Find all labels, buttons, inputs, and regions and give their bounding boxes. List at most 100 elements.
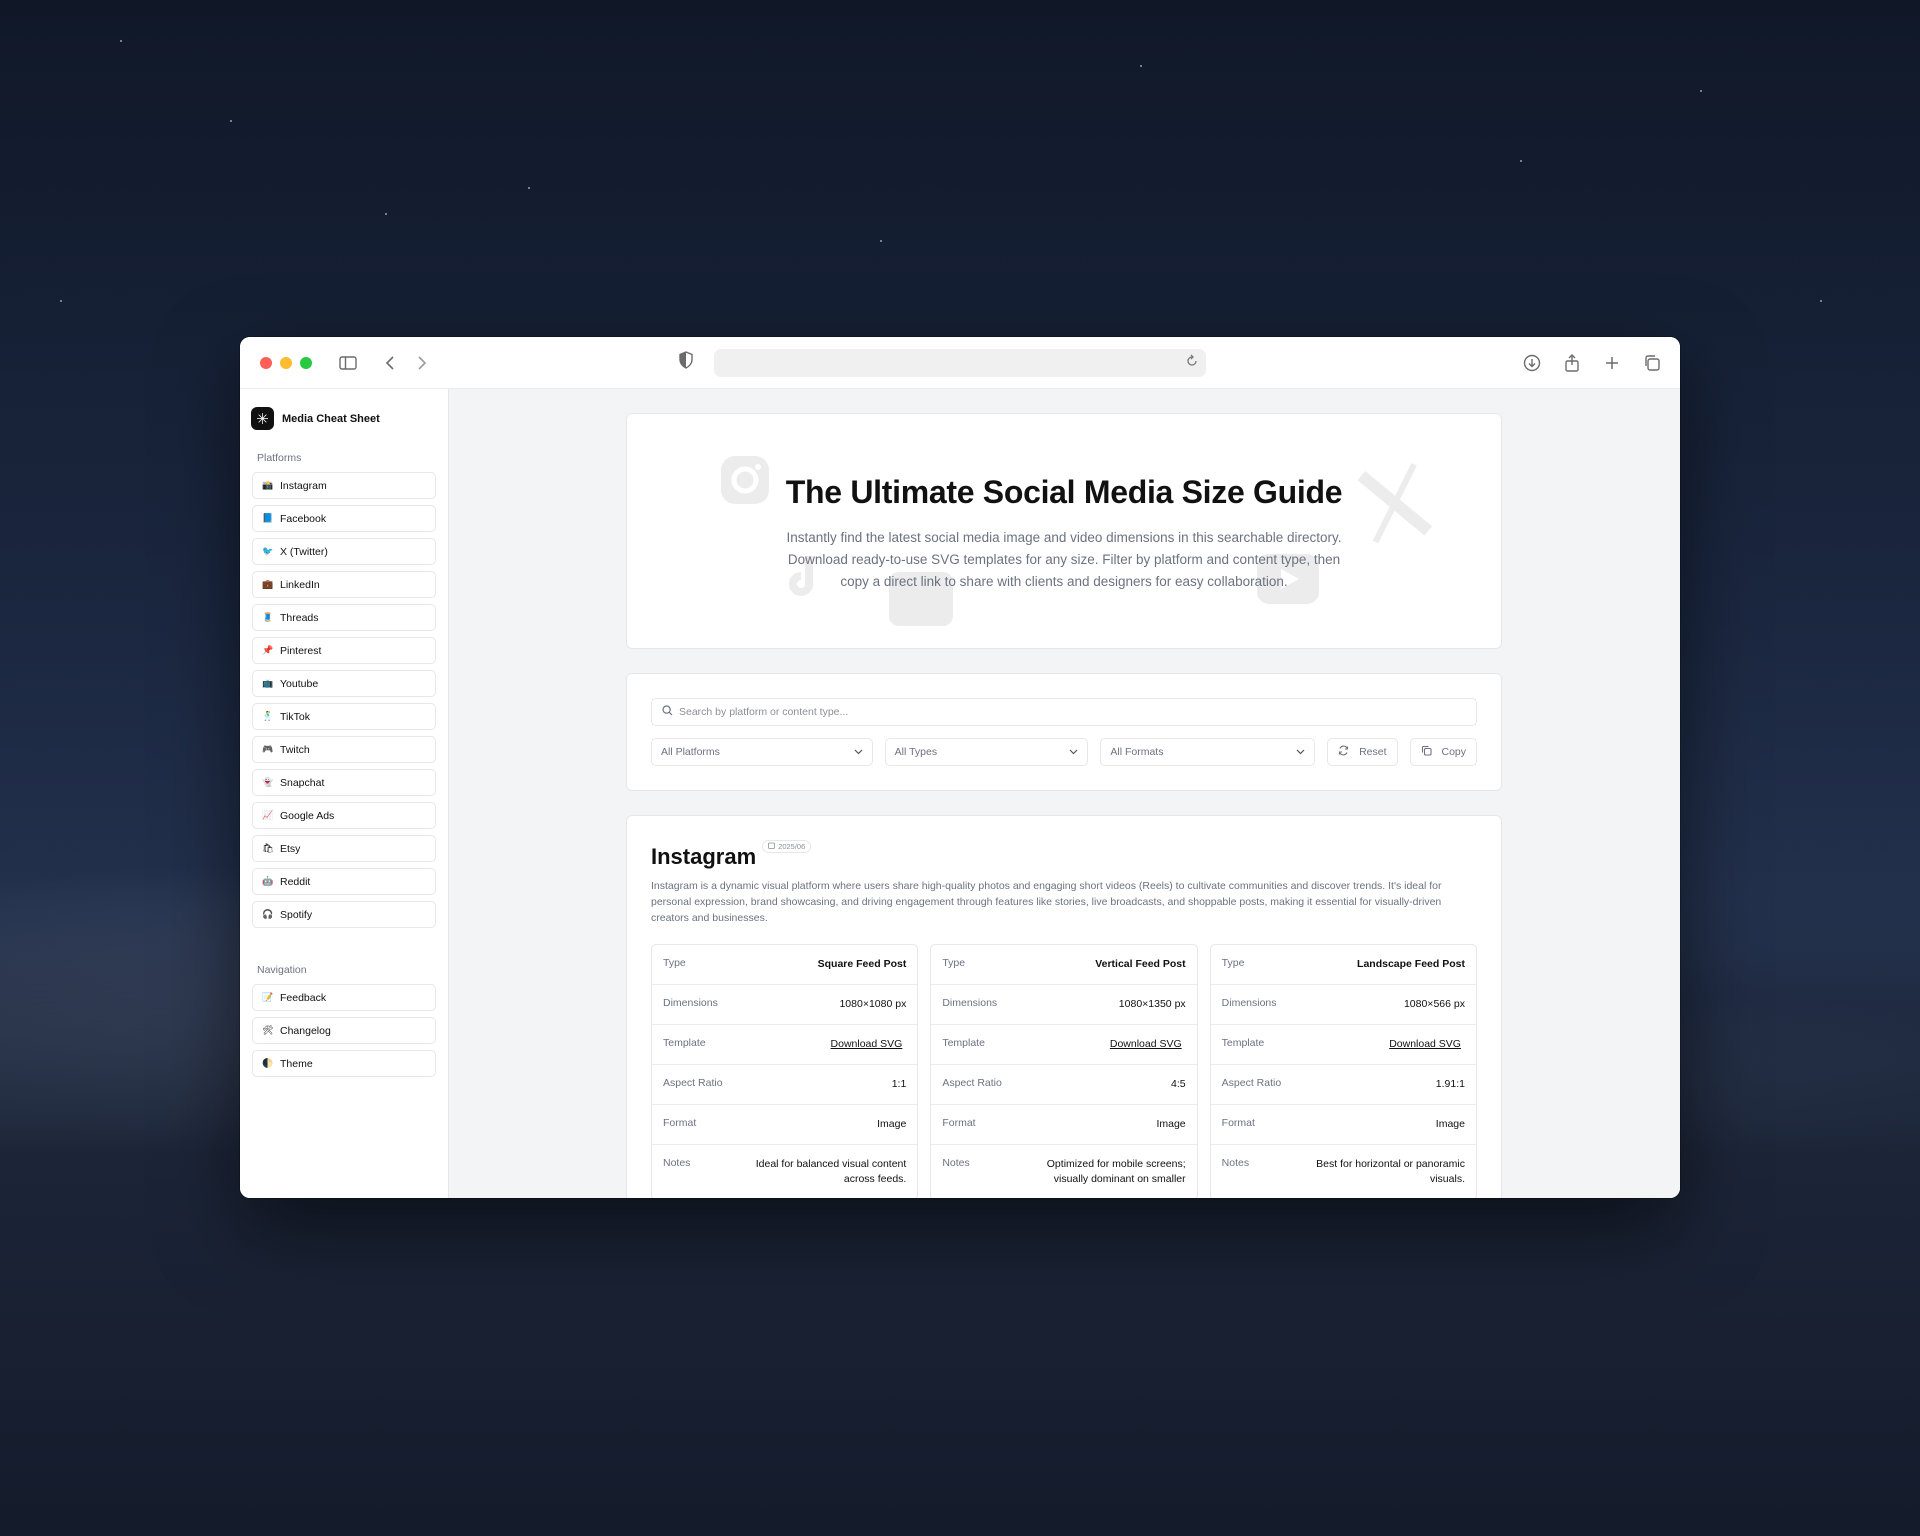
filter-row: All Platforms All Types All Formats Rese…: [651, 738, 1478, 766]
sidebar-item-tiktok[interactable]: 🕺 TikTok: [252, 703, 436, 730]
main-content: The Ultimate Social Media Size Guide Ins…: [449, 389, 1680, 1198]
sidebar-item-pinterest[interactable]: 📌 Pinterest: [252, 637, 436, 664]
format-select[interactable]: All Formats: [1100, 738, 1316, 766]
search-input[interactable]: Search by platform or content type...: [651, 698, 1477, 726]
sidebar-item-facebook[interactable]: 📘 Facebook: [252, 505, 436, 532]
hero-card: The Ultimate Social Media Size Guide Ins…: [626, 413, 1502, 649]
reload-icon[interactable]: [1186, 354, 1198, 373]
spec-dimensions-value: 1080×566 px: [1403, 998, 1465, 1010]
download-svg-link[interactable]: Download SVG: [1110, 1037, 1182, 1052]
reset-button-label: Reset: [1359, 746, 1387, 758]
copy-button[interactable]: Copy: [1409, 738, 1478, 766]
chart-up-icon: 📈: [262, 810, 274, 820]
share-icon[interactable]: [1558, 349, 1586, 377]
sidebar-item-label: Twitch: [280, 743, 310, 756]
memo-icon: 📝: [262, 992, 274, 1002]
sidebar-item-x-twitter[interactable]: 🐦 X (Twitter): [252, 538, 436, 565]
spec-aspect-ratio-value: 4:5: [1171, 1078, 1186, 1090]
platform-header: Instagram 2025/06: [651, 840, 1477, 870]
shopping-bags-icon: 🛍: [262, 843, 274, 853]
platform-description: Instagram is a dynamic visual platform w…: [651, 880, 1442, 924]
spec-key: Format: [663, 1117, 697, 1129]
spec-row-type: Type Vertical Feed Post: [931, 945, 1197, 985]
platform-select[interactable]: All Platforms: [651, 738, 873, 766]
maximize-window-button[interactable]: [300, 356, 312, 369]
forward-icon[interactable]: [408, 349, 436, 377]
half-moon-icon: 🌓: [262, 1058, 274, 1068]
page-description: Instantly find the latest social media i…: [786, 530, 1342, 589]
chevron-down-icon: [1069, 746, 1078, 758]
page-title: The Ultimate Social Media Size Guide: [785, 474, 1343, 510]
sidebar-item-threads[interactable]: 🧵 Threads: [252, 604, 436, 631]
sidebar-item-label: X (Twitter): [280, 545, 328, 558]
platforms-section-label: Platforms: [257, 452, 302, 464]
star: [880, 240, 882, 242]
star: [1700, 90, 1702, 92]
star: [1520, 160, 1522, 162]
spec-key: Format: [942, 1117, 976, 1129]
spec-key: Type: [1221, 957, 1245, 969]
minimize-window-button[interactable]: [280, 356, 292, 369]
sidebar-item-google-ads[interactable]: 📈 Google Ads: [252, 802, 436, 829]
spec-row-template: Template Download SVG: [1210, 1025, 1476, 1065]
sidebar-item-changelog[interactable]: 🛠 Changelog: [252, 1017, 436, 1044]
address-bar[interactable]: [714, 349, 1206, 377]
blue-book-icon: 📘: [262, 513, 274, 523]
toolbar-actions: [1518, 349, 1666, 377]
back-icon[interactable]: [376, 349, 404, 377]
new-tab-icon[interactable]: [1598, 349, 1626, 377]
spec-key: Notes: [663, 1157, 691, 1169]
spec-key: Aspect Ratio: [942, 1077, 1002, 1089]
spec-card: Type Landscape Feed Post Dimensions 1080×5…: [1209, 944, 1477, 1198]
window-controls: [260, 356, 312, 369]
download-svg-link[interactable]: Download SVG: [1389, 1037, 1461, 1052]
spec-key: Dimensions: [1221, 997, 1277, 1009]
asterisk-logo-icon: ✳: [251, 407, 274, 430]
sidebar-item-linkedin[interactable]: 💼 LinkedIn: [252, 571, 436, 598]
updated-date-badge: 2025/06: [762, 840, 812, 853]
sidebar-item-twitch[interactable]: 🎮 Twitch: [252, 736, 436, 763]
spec-row-dimensions: Dimensions 1080×1350 px: [931, 985, 1197, 1025]
brand[interactable]: ✳ Media Cheat Sheet: [251, 407, 436, 430]
reset-button[interactable]: Reset: [1327, 738, 1398, 766]
sidebar-item-label: Instagram: [280, 479, 327, 492]
copy-icon: [1421, 745, 1432, 759]
spec-row-notes: Notes Best for horizontal or panoramic vi…: [1211, 1145, 1476, 1198]
spec-row-type: Type Landscape Feed Post: [1210, 945, 1476, 985]
privacy-shield-icon[interactable]: [678, 351, 694, 374]
sidebar-item-label: Pinterest: [280, 644, 322, 657]
sidebar-item-label: Youtube: [280, 677, 319, 690]
spec-row-format: Format Image: [931, 1105, 1197, 1145]
sidebar-item-label: Feedback: [280, 991, 327, 1004]
download-icon[interactable]: [1518, 349, 1546, 377]
dancer-icon: 🕺: [262, 711, 274, 721]
sidebar-item-theme[interactable]: 🌓 Theme: [252, 1050, 436, 1077]
spec-type-value: Landscape Feed Post: [1357, 958, 1465, 970]
close-window-button[interactable]: [260, 356, 272, 369]
spec-dimensions-value: 1080×1350 px: [1118, 998, 1186, 1010]
headphones-icon: 🎧: [262, 909, 274, 919]
sidebar-item-etsy[interactable]: 🛍 Etsy: [252, 835, 436, 862]
type-select[interactable]: All Types: [884, 738, 1089, 766]
spec-row-template: Template Download SVG: [652, 1025, 918, 1065]
download-svg-link[interactable]: Download SVG: [831, 1037, 903, 1052]
sidebar-item-instagram[interactable]: 📸 Instagram: [252, 472, 436, 499]
pushpin-icon: 📌: [262, 645, 274, 655]
spec-notes-value: Optimized for mobile screens; visually d…: [1046, 1158, 1186, 1185]
sidebar-item-snapchat[interactable]: 👻 Snapchat: [252, 769, 436, 796]
sidebar-toggle-icon[interactable]: [334, 349, 362, 377]
sidebar-item-spotify[interactable]: 🎧 Spotify: [252, 901, 436, 928]
sidebar-item-reddit[interactable]: 🤖 Reddit: [252, 868, 436, 895]
sidebar-item-feedback[interactable]: 📝 Feedback: [252, 984, 436, 1011]
sidebar-item-label: Snapchat: [280, 776, 325, 789]
game-controller-icon: 🎮: [262, 744, 274, 754]
sidebar-item-youtube[interactable]: 📺 Youtube: [252, 670, 436, 697]
platform-select-value: All Platforms: [661, 746, 720, 758]
platform-card-instagram: Instagram 2025/06 Instagram is a dynamic…: [626, 815, 1502, 1198]
spec-key: Template: [663, 1037, 706, 1049]
tab-overview-icon[interactable]: [1638, 349, 1666, 377]
spec-aspect-ratio-value: 1.91:1: [1435, 1078, 1465, 1090]
sidebar-item-label: Changelog: [280, 1024, 331, 1037]
type-select-value: All Types: [894, 746, 938, 758]
spec-card: Type Vertical Feed Post Dimensions 1080×13…: [930, 944, 1198, 1198]
